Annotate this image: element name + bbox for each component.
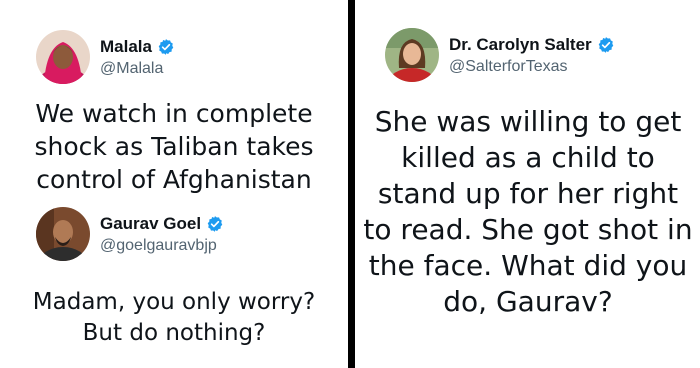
user-handle[interactable]: @Malala: [100, 60, 175, 78]
avatar-photo-icon: [36, 30, 90, 84]
panel-divider: [348, 0, 355, 368]
verified-badge-icon: [597, 36, 615, 54]
user-handle[interactable]: @goelgauravbjp: [100, 237, 224, 255]
tweet-text: Madam, you only worry? But do nothing?: [32, 289, 316, 346]
tweet-header-malala: Malala @Malala: [36, 30, 175, 84]
verified-badge-icon: [157, 38, 175, 56]
avatar[interactable]: [385, 28, 439, 82]
tweet-text: She was willing to get killed as a child…: [363, 105, 693, 318]
avatar-photo-icon: [385, 28, 439, 82]
tweet-header-gaurav: Gaurav Goel @goelgauravbjp: [36, 207, 224, 261]
avatar[interactable]: [36, 207, 90, 261]
avatar-photo-icon: [36, 207, 90, 261]
user-handle[interactable]: @SalterforTexas: [449, 58, 615, 76]
avatar[interactable]: [36, 30, 90, 84]
tweet-text: We watch in complete shock as Taliban ta…: [34, 99, 314, 194]
display-name[interactable]: Dr. Carolyn Salter: [449, 35, 592, 55]
verified-badge-icon: [206, 215, 224, 233]
tweet-header-carolyn: Dr. Carolyn Salter @SalterforTexas: [385, 28, 615, 82]
display-name[interactable]: Malala: [100, 37, 152, 57]
display-name[interactable]: Gaurav Goel: [100, 214, 201, 234]
